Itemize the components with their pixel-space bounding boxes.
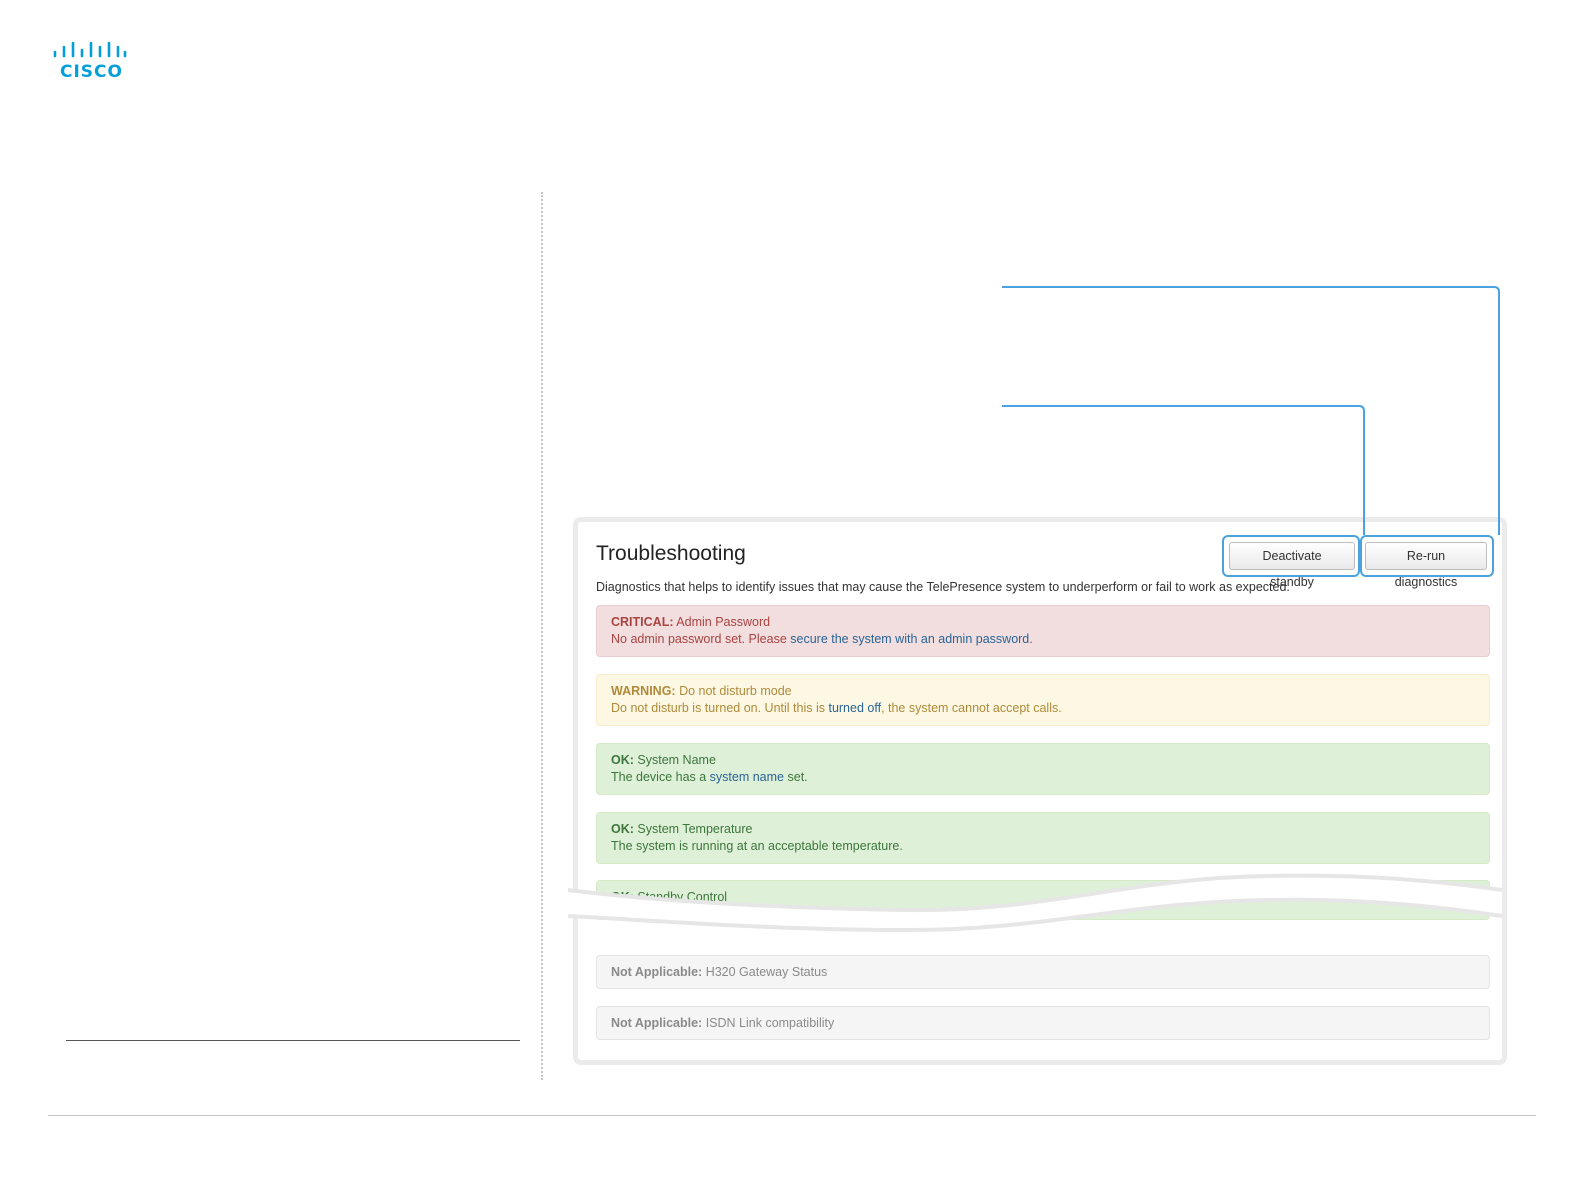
system-name-link[interactable]: system name (710, 770, 784, 784)
alert-name: System Temperature (637, 822, 753, 836)
alert-level: OK: (611, 822, 634, 836)
alert-warning: WARNING: Do not disturb mode Do not dist… (596, 674, 1490, 726)
alert-name: H320 Gateway Status (705, 965, 828, 979)
alert-level: WARNING: (611, 684, 676, 698)
turn-off-dnd-link[interactable]: turned off (828, 701, 881, 715)
alert-text: Do not disturb is turned on. Until this … (611, 701, 829, 715)
footer-rule (48, 1115, 1536, 1116)
brand-wordmark: CISCO (60, 62, 123, 82)
admin-password-link[interactable]: secure the system with an admin password (790, 632, 1029, 646)
alert-na-isdn-link: Not Applicable: ISDN Link compatibility (596, 1006, 1490, 1040)
alert-name: Do not disturb mode (679, 684, 792, 698)
alert-na-h320-gateway: Not Applicable: H320 Gateway Status (596, 955, 1490, 989)
alert-text: The device has a (611, 770, 710, 784)
callout-highlight-rerun (1360, 535, 1494, 577)
alert-level: Not Applicable: (611, 1016, 703, 1030)
page-description: Diagnostics that helps to identify issue… (596, 580, 1290, 594)
column-divider (541, 192, 543, 1080)
alert-name: System Name (637, 753, 716, 767)
alert-text-end: , the system cannot accept calls. (881, 701, 1062, 715)
alert-level: Not Applicable: (611, 965, 703, 979)
alert-text-end: set. (784, 770, 808, 784)
alert-ok-system-temperature: OK: System Temperature The system is run… (596, 812, 1490, 864)
left-column-rule (66, 1040, 520, 1041)
alert-critical: CRITICAL: Admin Password No admin passwo… (596, 605, 1490, 657)
page-tear-break (568, 873, 1502, 933)
alert-level: OK: (611, 753, 634, 767)
alert-name: Admin Password (676, 615, 771, 629)
alert-text: No admin password set. Please (611, 632, 791, 646)
alert-name: ISDN Link compatibility (705, 1016, 835, 1030)
page-title: Troubleshooting (596, 542, 746, 565)
alert-text: The system is running at an acceptable t… (611, 839, 903, 853)
alert-text-end: . (1029, 632, 1033, 646)
callout-highlight-standby (1222, 535, 1360, 577)
alert-ok-system-name: OK: System Name The device has a system … (596, 743, 1490, 795)
alert-level: CRITICAL: (611, 615, 674, 629)
